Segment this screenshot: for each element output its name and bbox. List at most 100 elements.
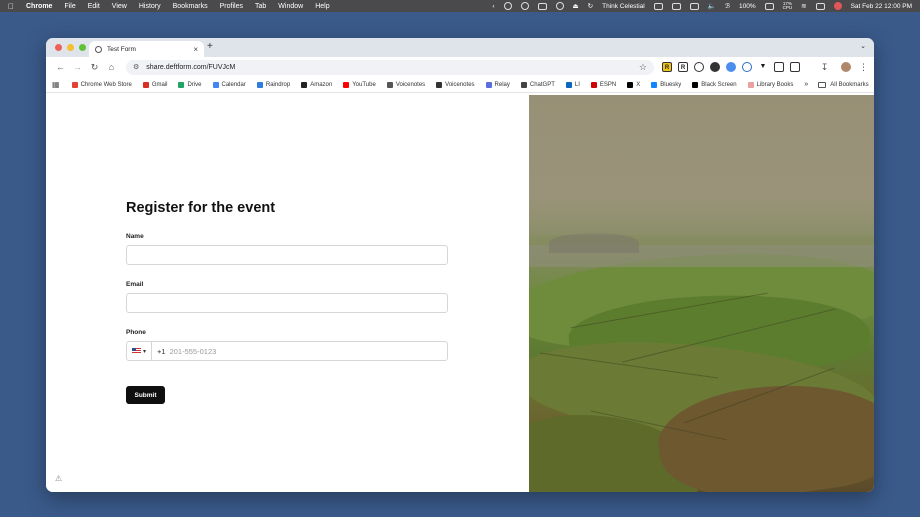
chevron-down-icon[interactable]: ⌄ — [860, 42, 866, 50]
cpu-usage[interactable]: 17% CPU — [783, 1, 793, 11]
submit-button[interactable]: Submit — [126, 386, 165, 404]
country-code-select[interactable]: ▾ — [127, 342, 153, 360]
wifi-icon[interactable]: ≋ — [801, 2, 806, 10]
openai-icon[interactable] — [555, 2, 564, 10]
tab-test-form[interactable]: Test Form × — [89, 41, 204, 57]
browser-window: Test Form × + ⌄ ← → ↻ ⌂ ⚙ share.deftform… — [46, 38, 874, 492]
extension-panel-icon[interactable] — [774, 62, 784, 72]
extension-1password-icon[interactable] — [742, 62, 752, 72]
calendar-icon[interactable] — [689, 2, 699, 10]
bookmark-item[interactable]: Calendar — [212, 81, 246, 88]
volume-icon[interactable]: 🔈 — [708, 2, 716, 10]
extensions-puzzle-icon[interactable] — [790, 62, 800, 72]
bookmark-label: LI — [574, 81, 580, 88]
bookmark-item[interactable]: YouTube — [343, 81, 376, 88]
bookmark-favicon-icon — [590, 81, 597, 88]
bookmark-label: Gmail — [151, 81, 168, 88]
back-button[interactable]: ← — [52, 62, 69, 72]
menu-window[interactable]: Window — [278, 3, 303, 10]
extension-toggle-icon[interactable] — [726, 62, 736, 72]
bookmark-label: Chrome Web Store — [80, 81, 132, 88]
bookmark-item[interactable]: Bluesky — [651, 81, 681, 88]
bookmark-label: Library Books — [756, 81, 794, 88]
bookmark-item[interactable]: Voicenotes — [386, 81, 425, 88]
bookmarks-overflow-icon[interactable]: » — [804, 81, 808, 88]
bookmark-star-icon[interactable]: ☆ — [639, 62, 647, 73]
battery-icon[interactable] — [764, 2, 774, 10]
menubar-clock[interactable]: Sat Feb 22 12:00 PM — [851, 3, 912, 10]
apple-menu-icon[interactable]:  — [8, 2, 14, 11]
download-icon[interactable]: ↧ — [816, 62, 833, 73]
registration-form: Register for the event Name Email Phone … — [126, 200, 448, 404]
bookmark-item[interactable]: ChatGPT — [520, 81, 555, 88]
chevron-left-icon[interactable]: ‹ — [492, 3, 494, 10]
expand-icon[interactable] — [653, 2, 663, 10]
refresh-icon[interactable]: ↻ — [588, 2, 593, 10]
bookmark-favicon-icon — [651, 81, 658, 88]
menu-edit[interactable]: Edit — [88, 3, 100, 10]
extension-v-icon[interactable]: ▼ — [758, 62, 768, 72]
grammarly-icon[interactable] — [520, 2, 529, 10]
menu-view[interactable]: View — [112, 3, 127, 10]
bookmark-favicon-icon — [301, 81, 308, 88]
all-bookmarks-button[interactable]: All Bookmarks — [818, 81, 869, 88]
reload-button[interactable]: ↻ — [86, 62, 103, 73]
battery-percent[interactable]: 100% — [739, 3, 756, 10]
menu-history[interactable]: History — [139, 3, 161, 10]
phone-input[interactable] — [169, 346, 420, 356]
forward-button[interactable]: → — [69, 62, 86, 72]
bookmark-label: Relay — [494, 81, 510, 88]
menu-file[interactable]: File — [64, 3, 75, 10]
bookmark-item[interactable]: Library Books — [747, 81, 794, 88]
zoom-window-button[interactable] — [79, 44, 86, 51]
profile-avatar[interactable] — [841, 62, 851, 72]
form-pane: Register for the event Name Email Phone … — [46, 95, 529, 492]
macos-menu-bar:  Chrome File Edit View History Bookmark… — [0, 0, 920, 12]
siri-icon[interactable] — [833, 2, 842, 10]
tab-title: Test Form — [107, 45, 136, 53]
home-button[interactable]: ⌂ — [103, 62, 120, 72]
bookmark-item[interactable]: Black Screen — [692, 81, 737, 88]
extension-r-icon[interactable]: R — [678, 62, 688, 72]
url-text[interactable]: share.deftform.com/FUVJcM — [146, 64, 235, 71]
more-menu-icon[interactable]: ⋮ — [859, 62, 868, 73]
bookmark-item[interactable]: Raindrop — [256, 81, 290, 88]
close-tab-icon[interactable]: × — [193, 45, 198, 54]
all-bookmarks-label: All Bookmarks — [830, 81, 869, 88]
apps-grid-icon[interactable]: ▦ — [52, 80, 60, 89]
minimize-window-button[interactable] — [67, 44, 74, 51]
bookmark-item[interactable]: ESPN — [590, 81, 616, 88]
status-box-icon[interactable] — [537, 2, 547, 10]
menu-help[interactable]: Help — [315, 3, 329, 10]
menu-tab[interactable]: Tab — [255, 3, 266, 10]
new-tab-button[interactable]: + — [207, 41, 213, 52]
eject-icon[interactable]: ⏏ — [573, 2, 579, 10]
site-info-icon[interactable]: ⚙ — [133, 63, 139, 71]
bookmark-item[interactable]: LI — [565, 81, 580, 88]
extension-dark-icon[interactable] — [710, 62, 720, 72]
screen-icon[interactable] — [671, 2, 681, 10]
menu-profiles[interactable]: Profiles — [220, 3, 243, 10]
bookmark-item[interactable]: Drive — [178, 81, 202, 88]
extension-r-gold-icon[interactable]: R — [662, 62, 672, 72]
control-center-icon[interactable] — [815, 2, 825, 10]
chevron-down-icon: ▾ — [143, 348, 147, 355]
bluetooth-icon[interactable]: ℬ — [725, 2, 730, 10]
status-app-icon[interactable] — [503, 2, 512, 10]
menu-app-name[interactable]: Chrome — [26, 3, 52, 10]
bookmark-item[interactable]: Relay — [485, 81, 510, 88]
email-input[interactable] — [126, 293, 448, 313]
bookmark-item[interactable]: Chrome Web Store — [71, 81, 132, 88]
address-bar[interactable]: ⚙ share.deftform.com/FUVJcM ☆ — [126, 59, 654, 75]
extension-cloud-icon[interactable] — [694, 62, 704, 72]
close-window-button[interactable] — [55, 44, 62, 51]
name-input[interactable] — [126, 245, 448, 265]
bookmark-item[interactable]: Voicenotes — [436, 81, 475, 88]
bookmark-item[interactable]: Gmail — [142, 81, 168, 88]
bookmark-item[interactable]: Amazon — [301, 81, 332, 88]
extensions-bar: R R ▼ — [662, 62, 800, 72]
bookmark-item[interactable]: X — [627, 81, 640, 88]
menu-bookmarks[interactable]: Bookmarks — [173, 3, 208, 10]
browser-toolbar: ← → ↻ ⌂ ⚙ share.deftform.com/FUVJcM ☆ R … — [46, 57, 874, 77]
focus-status-label[interactable]: Think Celestial — [602, 3, 645, 10]
